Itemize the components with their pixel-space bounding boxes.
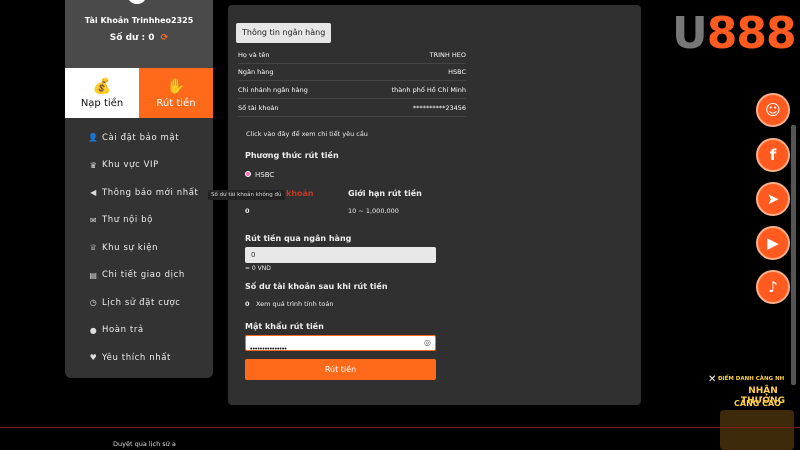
megaphone-icon: ◀ xyxy=(90,188,97,198)
footer-divider xyxy=(0,427,800,428)
close-icon[interactable]: ✕ xyxy=(708,374,716,385)
sidebar-item-label: Khu sự kiện xyxy=(102,242,159,253)
tab-withdraw[interactable]: ✋ Rút tiền xyxy=(139,68,213,118)
bank-info-title: Thông tin ngân hàng xyxy=(236,23,332,43)
sidebar-item-rebate[interactable]: ● Hoàn trả xyxy=(65,317,213,345)
balance-display: Số dư : 0 ⟳ xyxy=(65,33,213,43)
refresh-icon[interactable]: ⟳ xyxy=(161,33,169,43)
sidebar-item-inbox[interactable]: ✉ Thư nội bộ xyxy=(65,207,213,235)
user-lock-icon: 👤 xyxy=(88,133,99,143)
withdraw-panel: Thông tin ngân hàng Họ và tên TRINH HEO … xyxy=(208,5,641,405)
avatar xyxy=(127,0,147,4)
sidebar-item-label: Cài đặt bảo mật xyxy=(102,132,180,143)
sidebar-item-label: Thông báo mới nhất xyxy=(102,187,199,198)
account-name: Tài Khoản Trinhheo2325 xyxy=(84,16,194,25)
withdraw-submit-button[interactable]: Rút tiền xyxy=(245,359,436,380)
info-label: Chi nhánh ngân hàng xyxy=(238,86,308,94)
sidebar-item-label: Chi tiết giao dịch xyxy=(102,270,185,281)
crown-icon: ♛ xyxy=(89,160,98,170)
sidebar-item-favorites[interactable]: ♥ Yêu thích nhất xyxy=(65,344,213,372)
info-row-bank: Ngân hàng HSBC xyxy=(238,64,466,81)
mail-icon: ✉ xyxy=(89,215,98,225)
info-label: Ngân hàng xyxy=(238,68,274,76)
sidebar-item-label: Khu vực VIP xyxy=(102,160,159,171)
after-balance-label: Số dư tài khoản sau khi rút tiền xyxy=(245,282,388,291)
deposit-withdraw-tabs: 💰 Nạp tiền ✋ Rút tiền xyxy=(65,68,213,118)
sidebar-item-events[interactable]: ♕ Khu sự kiện xyxy=(65,234,213,262)
info-value: HSBC xyxy=(448,68,466,76)
limit-value: 10 ~ 1,000,000 xyxy=(348,207,399,215)
info-value: **********23456 xyxy=(412,104,466,112)
amount-converted: = 0 VND xyxy=(245,265,271,272)
brand-logo: U888 xyxy=(672,8,797,59)
youtube-icon[interactable]: ▶ xyxy=(756,226,790,260)
sidebar-item-security[interactable]: 👤 Cài đặt bảo mật xyxy=(65,124,213,152)
sidebar-item-vip[interactable]: ♛ Khu vực VIP xyxy=(65,152,213,180)
balance-col-value: 0 xyxy=(245,207,250,215)
info-row-branch: Chi nhánh ngân hàng thành phố Hồ Chí Min… xyxy=(238,82,466,99)
page-scrollbar[interactable] xyxy=(791,125,796,385)
amount-input[interactable] xyxy=(245,247,436,263)
details-link[interactable]: Click vào đây để xem chi tiết yêu cầu xyxy=(246,130,368,138)
info-value: TRINH HEO xyxy=(429,51,466,59)
calculation-link[interactable]: Xem quá trình tính toán xyxy=(256,300,333,308)
account-sidebar: Tài Khoản Trinhheo2325 Số dư : 0 ⟳ 💰 Nạp… xyxy=(65,0,213,378)
receipt-icon: ▤ xyxy=(89,270,98,280)
history-icon: ◷ xyxy=(89,298,98,308)
method-radio[interactable] xyxy=(245,171,251,177)
sidebar-item-label: Hoàn trả xyxy=(102,325,144,336)
tiktok-icon[interactable]: ♪ xyxy=(756,270,790,304)
support-agent-icon[interactable]: ☺ xyxy=(756,93,790,127)
info-value: thành phố Hồ Chí Minh xyxy=(391,86,466,94)
account-header: Tài Khoản Trinhheo2325 Số dư : 0 ⟳ xyxy=(65,0,213,68)
password-field[interactable]: ◎ xyxy=(245,335,436,357)
hand-money-icon: ✋ xyxy=(166,77,186,95)
money-bag-icon: 💰 xyxy=(92,77,112,95)
amount-label: Rút tiền qua ngân hàng xyxy=(245,234,352,243)
footer-text: Duyệt qua lịch sử a xyxy=(113,440,176,448)
info-label: Số tài khoản xyxy=(238,104,279,112)
tab-withdraw-label: Rút tiền xyxy=(156,98,196,109)
insufficient-balance-tooltip: Số dư tài khoản không đủ xyxy=(208,190,285,200)
sidebar-item-bet-history[interactable]: ◷ Lịch sử đặt cược xyxy=(65,289,213,317)
eye-slash-icon[interactable]: ◎ xyxy=(424,338,431,347)
promo-line-1: ĐIỂM DANH CÀNG NH xyxy=(718,376,785,382)
sidebar-item-label: Yêu thích nhất xyxy=(102,352,171,363)
info-row-name: Họ và tên TRINH HEO xyxy=(238,47,466,64)
tab-deposit-label: Nạp tiền xyxy=(80,98,124,109)
sidebar-item-label: Lịch sử đặt cược xyxy=(102,297,181,308)
telegram-icon[interactable]: ➤ xyxy=(756,182,790,216)
sidebar-item-label: Thư nội bộ xyxy=(102,215,153,226)
promo-line-3[interactable]: CÀNG CAO xyxy=(734,399,781,408)
password-input[interactable] xyxy=(246,342,416,357)
method-label: Phương thức rút tiền xyxy=(245,151,339,160)
heart-icon: ♥ xyxy=(89,353,98,363)
method-option-label: HSBC xyxy=(255,171,275,179)
sidebar-item-notifications[interactable]: ◀ Thông báo mới nhất xyxy=(65,179,213,207)
sidebar-menu: 👤 Cài đặt bảo mật ♛ Khu vực VIP ◀ Thông báo… xyxy=(65,118,213,372)
info-row-account-number: Số tài khoản **********23456 xyxy=(238,100,466,117)
promo-banner-image[interactable] xyxy=(720,410,794,450)
limit-label: Giới hạn rút tiền xyxy=(348,189,422,198)
balance-text: Số dư : 0 xyxy=(109,33,155,43)
balance-col-label: khoản xyxy=(286,189,314,198)
facebook-icon[interactable]: f xyxy=(756,138,790,172)
sidebar-item-transactions[interactable]: ▤ Chi tiết giao dịch xyxy=(65,262,213,290)
coin-icon: ● xyxy=(89,325,98,335)
password-label: Mật khẩu rút tiền xyxy=(245,322,324,331)
after-balance-value: 0 xyxy=(245,300,250,308)
trophy-icon: ♕ xyxy=(89,243,98,253)
info-label: Họ và tên xyxy=(238,51,270,59)
tab-deposit[interactable]: 💰 Nạp tiền xyxy=(65,68,139,118)
